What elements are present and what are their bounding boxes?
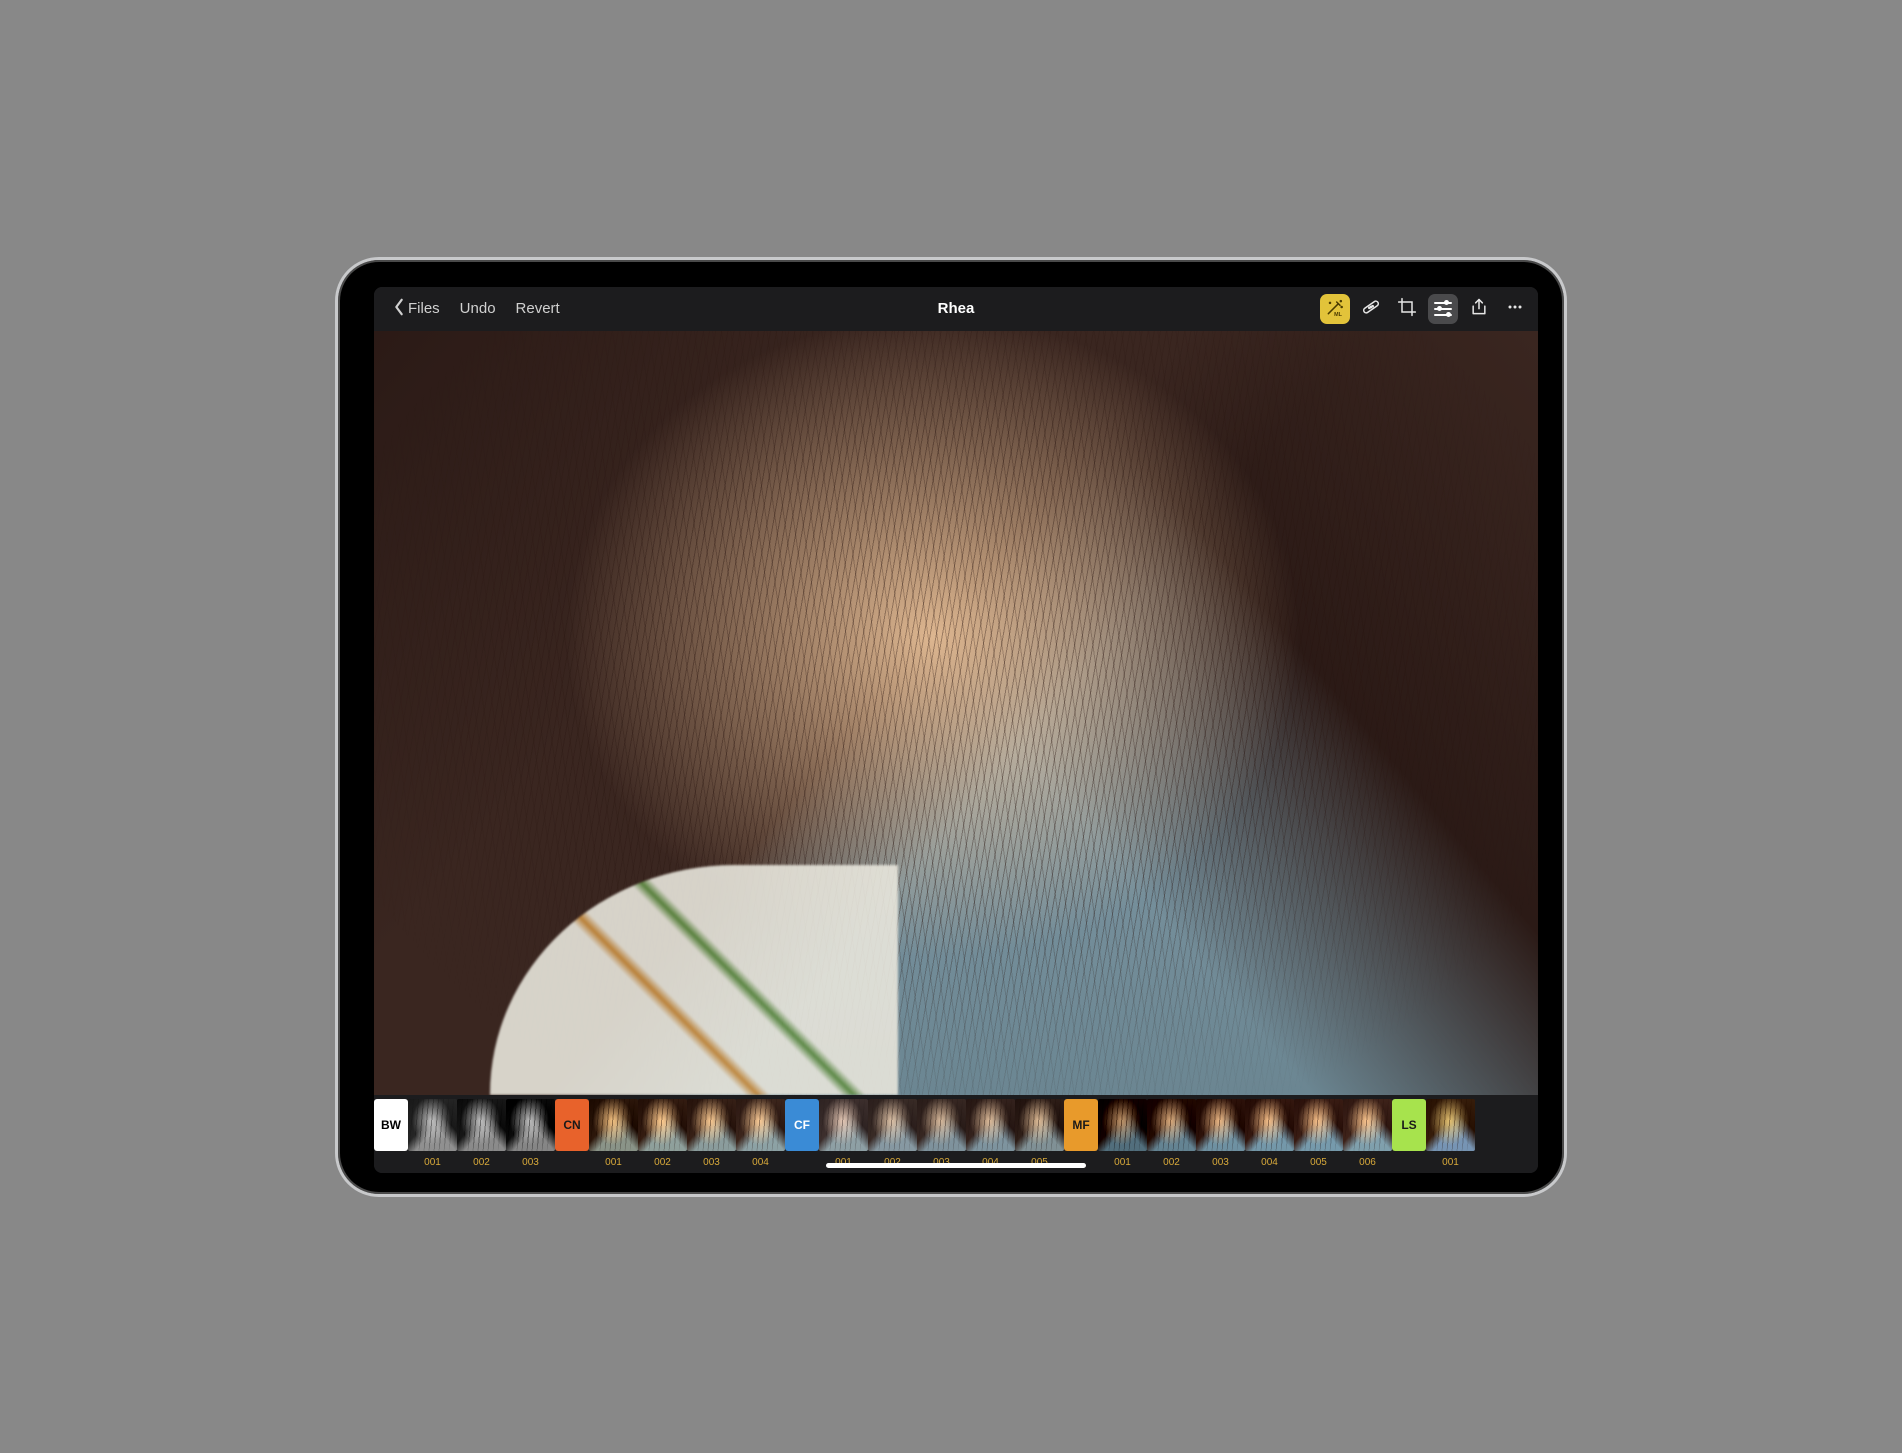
preset-thumb-label: 004 (736, 1155, 785, 1171)
photo-image (374, 331, 1538, 1095)
preset-thumb-label: 001 (1426, 1155, 1475, 1171)
preset-thumb-label: 003 (506, 1155, 555, 1171)
crop-icon (1397, 297, 1417, 321)
preset-group-chip-bw[interactable]: BW (374, 1099, 408, 1151)
undo-button[interactable]: Undo (450, 294, 506, 323)
svg-text:ML: ML (1334, 312, 1343, 317)
preset-thumb[interactable] (1343, 1099, 1392, 1151)
share-icon (1469, 297, 1489, 321)
revert-label: Revert (516, 300, 560, 317)
preset-thumb[interactable] (1196, 1099, 1245, 1151)
preset-thumb-label: 002 (1147, 1155, 1196, 1171)
preset-strip: BWCNCFMFLS 00100200300100200300400100200… (374, 1095, 1538, 1173)
preset-thumb[interactable] (457, 1099, 506, 1151)
preset-thumb[interactable] (819, 1099, 868, 1151)
preset-thumb-label: 006 (1343, 1155, 1392, 1171)
preset-thumb[interactable] (1294, 1099, 1343, 1151)
ellipsis-icon (1505, 297, 1525, 321)
undo-label: Undo (460, 300, 496, 317)
preset-thumb-label: 005 (1294, 1155, 1343, 1171)
photo-canvas[interactable] (374, 331, 1538, 1095)
sliders-icon (1434, 302, 1452, 316)
preset-thumb-label: 002 (457, 1155, 506, 1171)
preset-thumb-label: 001 (408, 1155, 457, 1171)
preset-group-chip-ls[interactable]: LS (1392, 1099, 1426, 1151)
preset-strip-row[interactable]: BW CN CF MF LS (374, 1097, 1538, 1155)
preset-thumb-label: 003 (687, 1155, 736, 1171)
home-indicator[interactable] (826, 1163, 1086, 1168)
preset-thumb[interactable] (1426, 1099, 1475, 1151)
crop-button[interactable] (1392, 294, 1422, 324)
preset-group-chip-cn[interactable]: CN (555, 1099, 589, 1151)
preset-thumb[interactable] (868, 1099, 917, 1151)
preset-thumb[interactable] (1245, 1099, 1294, 1151)
preset-thumb[interactable] (1098, 1099, 1147, 1151)
preset-thumb-label: 003 (1196, 1155, 1245, 1171)
back-to-files-button[interactable]: Files (382, 292, 450, 326)
preset-thumb-label: 004 (1245, 1155, 1294, 1171)
preset-thumb[interactable] (917, 1099, 966, 1151)
preset-group-chip-mf[interactable]: MF (1064, 1099, 1098, 1151)
preset-thumb[interactable] (408, 1099, 457, 1151)
preset-thumb-label: 001 (1098, 1155, 1147, 1171)
toolbar: Files Undo Revert Rhea (374, 287, 1538, 331)
adjustments-panel-button[interactable] (1428, 294, 1458, 324)
preset-thumb-label: 002 (638, 1155, 687, 1171)
chevron-left-icon (392, 298, 406, 320)
ml-enhance-button[interactable]: ML (1320, 294, 1350, 324)
preset-thumb[interactable] (506, 1099, 555, 1151)
preset-thumb[interactable] (638, 1099, 687, 1151)
preset-thumb[interactable] (1147, 1099, 1196, 1151)
preset-thumb[interactable] (736, 1099, 785, 1151)
more-button[interactable] (1500, 294, 1530, 324)
preset-thumb[interactable] (589, 1099, 638, 1151)
preset-thumb[interactable] (1015, 1099, 1064, 1151)
preset-group-chip-cf[interactable]: CF (785, 1099, 819, 1151)
magic-wand-ml-icon: ML (1325, 297, 1345, 321)
bandage-icon (1361, 297, 1381, 321)
preset-thumb[interactable] (966, 1099, 1015, 1151)
screen: Files Undo Revert Rhea (374, 287, 1538, 1173)
back-label: Files (408, 300, 440, 317)
preset-thumb[interactable] (687, 1099, 736, 1151)
share-button[interactable] (1464, 294, 1494, 324)
preset-thumb-label: 001 (589, 1155, 638, 1171)
repair-button[interactable] (1356, 294, 1386, 324)
device-frame: Files Undo Revert Rhea (335, 257, 1567, 1197)
revert-button[interactable]: Revert (506, 294, 570, 323)
